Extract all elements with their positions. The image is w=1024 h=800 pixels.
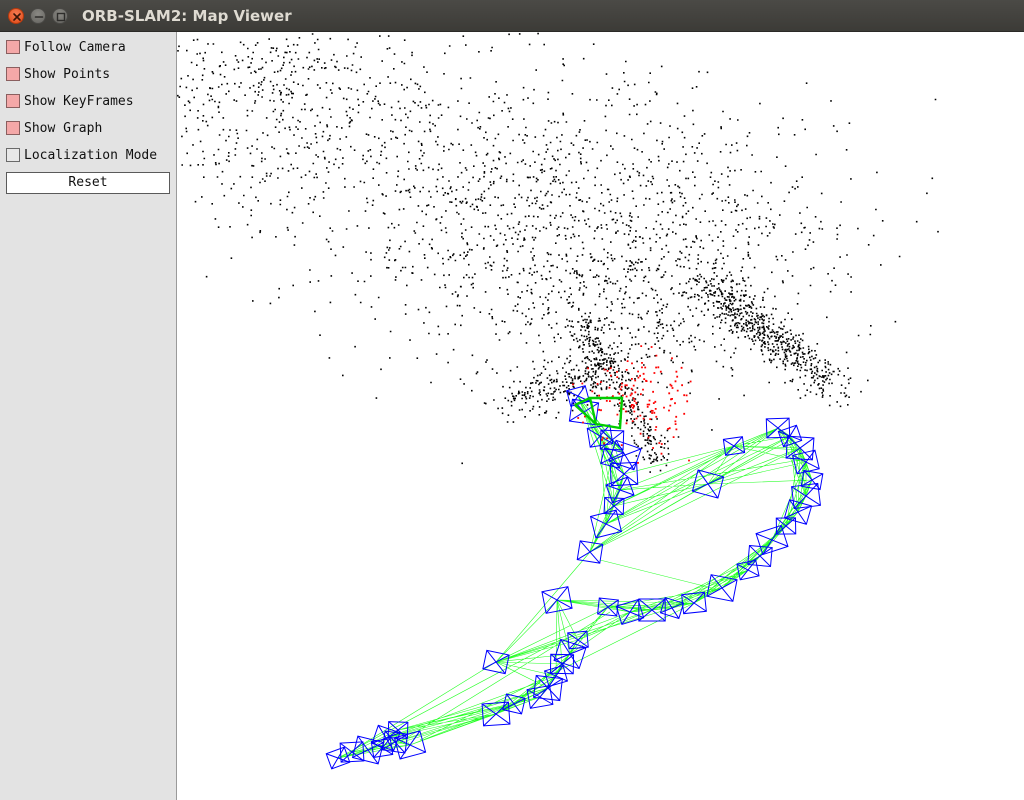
show-points-checkbox[interactable]: Show Points [6, 66, 174, 84]
map-points [177, 32, 939, 473]
checkbox-box[interactable] [6, 94, 20, 108]
keyframe-icon [765, 417, 791, 439]
maximize-button[interactable] [52, 8, 68, 24]
keyframe-icon [605, 476, 635, 504]
control-panel: Follow Camera Show Points Show KeyFrames… [0, 32, 177, 800]
checkbox-label: Localization Mode [24, 148, 158, 163]
close-button[interactable] [8, 8, 24, 24]
maximize-icon [56, 12, 66, 22]
close-icon [13, 13, 21, 21]
checkbox-box[interactable] [6, 148, 20, 162]
checkbox-box[interactable] [6, 40, 20, 54]
window-titlebar[interactable]: ORB-SLAM2: Map Viewer [0, 0, 1024, 32]
follow-camera-checkbox[interactable]: Follow Camera [6, 39, 174, 57]
show-graph-checkbox[interactable]: Show Graph [6, 120, 174, 138]
keyframe-icon [576, 540, 604, 564]
map-viewer-canvas[interactable] [177, 32, 1024, 800]
checkbox-box[interactable] [6, 121, 20, 135]
checkbox-box[interactable] [6, 67, 20, 81]
localization-mode-checkbox[interactable]: Localization Mode [6, 147, 174, 165]
minimize-icon [34, 16, 44, 18]
window-title: ORB-SLAM2: Map Viewer [82, 7, 292, 25]
checkbox-label: Show KeyFrames [24, 94, 134, 109]
minimize-button[interactable] [30, 8, 46, 24]
reset-button[interactable]: Reset [6, 172, 170, 194]
checkbox-label: Show Graph [24, 121, 103, 136]
checkbox-label: Follow Camera [24, 40, 126, 55]
show-keyframes-checkbox[interactable]: Show KeyFrames [6, 93, 174, 111]
map-3d-view[interactable] [177, 32, 1024, 800]
checkbox-label: Show Points [24, 67, 111, 82]
map-point-cloud [177, 32, 939, 473]
